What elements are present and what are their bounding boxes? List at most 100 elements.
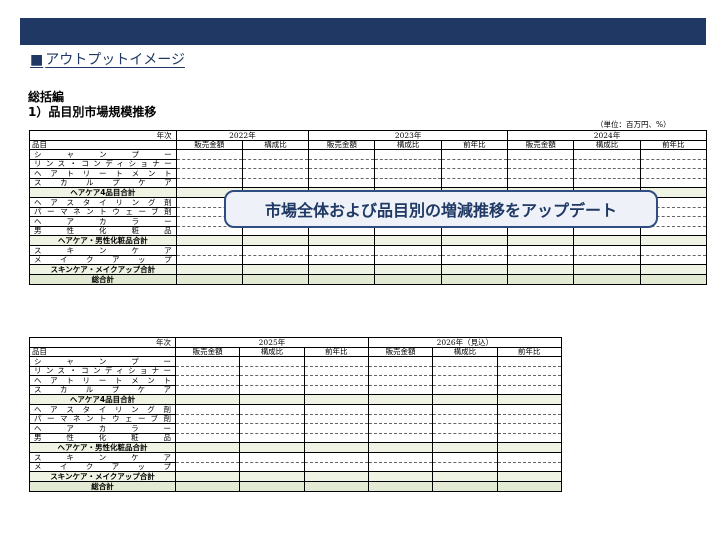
column-header: 前年比	[496, 346, 562, 357]
value-cell	[496, 413, 562, 424]
value-cell	[440, 245, 509, 256]
table-row: ヘアトリートメント	[29, 375, 562, 386]
value-cell	[573, 158, 641, 169]
value-cell	[174, 384, 241, 395]
year-header: 2026年（見込）	[367, 337, 562, 348]
value-cell	[507, 264, 575, 275]
value-cell	[303, 471, 369, 482]
value-cell	[432, 365, 498, 376]
value-cell	[174, 471, 241, 482]
year-header: 2024年	[507, 130, 707, 141]
table-row: スキンケア・メイクアップ合計	[29, 264, 708, 275]
value-cell	[241, 235, 310, 246]
value-cell	[174, 404, 241, 415]
value-cell	[639, 177, 708, 188]
value-cell	[440, 158, 509, 169]
value-cell	[573, 177, 641, 188]
value-cell	[507, 245, 575, 256]
value-cell	[496, 394, 562, 405]
value-cell	[573, 235, 641, 246]
value-cell	[374, 274, 442, 285]
value-cell	[496, 461, 562, 472]
value-cell	[175, 149, 243, 160]
value-cell	[174, 365, 241, 376]
value-cell	[308, 254, 376, 265]
table-row: スカルプケア	[29, 384, 562, 395]
row-label: メイクアップ	[29, 254, 177, 265]
header-hinmoku: 品目	[29, 346, 176, 357]
row-label: スカルプケア	[29, 384, 176, 395]
row-label: スキンケア	[29, 245, 177, 256]
value-cell	[303, 461, 369, 472]
value-cell	[308, 168, 376, 179]
row-label: 総合計	[29, 481, 176, 492]
value-cell	[374, 177, 442, 188]
value-cell	[239, 471, 305, 482]
value-cell	[175, 168, 243, 179]
value-cell	[303, 375, 369, 386]
column-header: 構成比	[374, 139, 442, 150]
value-cell	[367, 365, 434, 376]
table-row: メイクアップ	[29, 254, 708, 265]
value-cell	[507, 158, 575, 169]
row-label: ヘアスタイリング剤	[29, 197, 177, 208]
value-cell	[639, 158, 708, 169]
value-cell	[440, 254, 509, 265]
row-label: メイクアップ	[29, 461, 176, 472]
value-cell	[303, 432, 369, 443]
value-cell	[367, 356, 434, 367]
value-cell	[374, 149, 442, 160]
table-row: スキンケア・メイクアップ合計	[29, 471, 562, 482]
value-cell	[241, 245, 310, 256]
value-cell	[440, 235, 509, 246]
value-cell	[440, 149, 509, 160]
value-cell	[303, 442, 369, 453]
value-cell	[374, 254, 442, 265]
value-cell	[239, 481, 305, 492]
row-label: リンス・コンディショナー	[29, 365, 176, 376]
value-cell	[367, 452, 434, 463]
value-cell	[308, 274, 376, 285]
value-cell	[308, 264, 376, 275]
square-bullet-icon: ■	[30, 52, 44, 68]
section-heading-text: アウトプットイメージ	[45, 52, 185, 68]
column-header: 前年比	[639, 139, 708, 150]
value-cell	[367, 471, 434, 482]
value-cell	[239, 404, 305, 415]
value-cell	[175, 245, 243, 256]
update-callout-text: 市場全体および品目別の増減推移をアップデート	[264, 201, 617, 220]
value-cell	[303, 413, 369, 424]
table-row: 男性化粧品	[29, 432, 562, 443]
value-cell	[367, 404, 434, 415]
value-cell	[241, 264, 310, 275]
value-cell	[239, 461, 305, 472]
value-cell	[174, 442, 241, 453]
value-cell	[308, 158, 376, 169]
value-cell	[639, 149, 708, 160]
row-label: スキンケア・メイクアップ合計	[29, 264, 177, 275]
value-cell	[174, 413, 241, 424]
header-row-columns: 品目 販売金額 構成比 前年比 販売金額 構成比 前年比	[29, 346, 562, 357]
row-label: ヘアカラー	[29, 216, 177, 227]
value-cell	[432, 452, 498, 463]
value-cell	[239, 432, 305, 443]
row-label: スキンケア・メイクアップ合計	[29, 471, 176, 482]
value-cell	[175, 264, 243, 275]
value-cell	[174, 423, 241, 434]
value-cell	[174, 452, 241, 463]
table-row: ヘアケア4品目合計	[29, 394, 562, 405]
table-row: リンス・コンディショナー	[29, 158, 708, 169]
value-cell	[367, 423, 434, 434]
header-row-years: 年次 2022年 2023年 2024年	[29, 130, 707, 141]
value-cell	[303, 384, 369, 395]
value-cell	[496, 404, 562, 415]
value-cell	[367, 442, 434, 453]
value-cell	[432, 481, 498, 492]
value-cell	[241, 149, 310, 160]
row-label: シャンプー	[29, 356, 176, 367]
column-header: 構成比	[241, 139, 310, 150]
value-cell	[496, 423, 562, 434]
value-cell	[432, 461, 498, 472]
value-cell	[507, 274, 575, 285]
table-row: パーマネントウェーブ剤	[29, 413, 562, 424]
